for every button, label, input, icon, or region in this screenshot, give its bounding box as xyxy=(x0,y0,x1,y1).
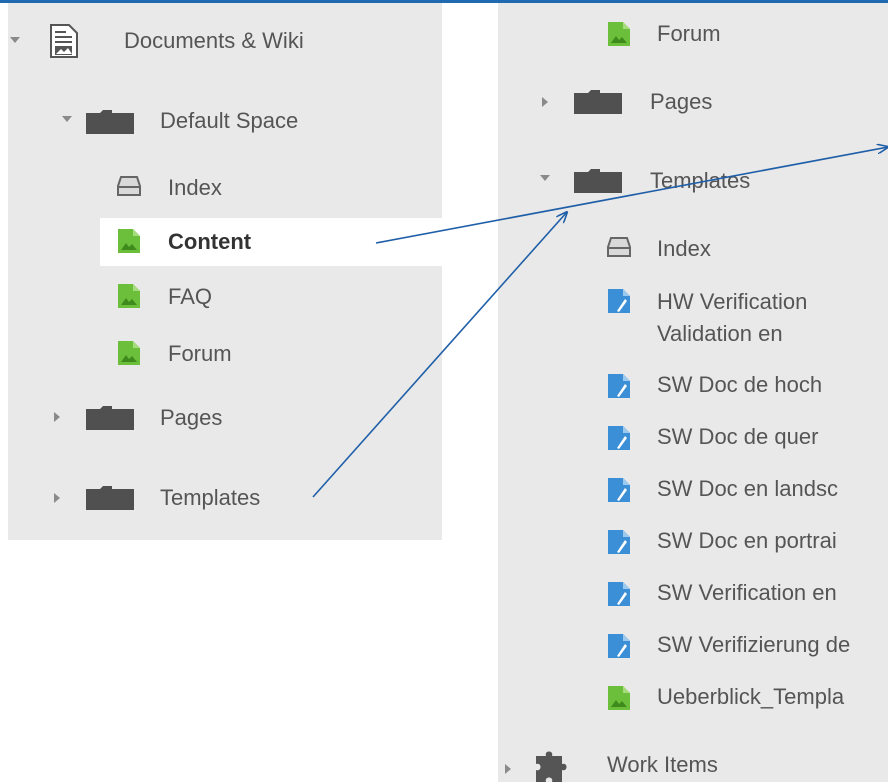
arrow-content-to-templates-top xyxy=(375,147,888,244)
arrow-templates-to-templates xyxy=(312,212,567,498)
annotation-arrows xyxy=(312,0,888,498)
